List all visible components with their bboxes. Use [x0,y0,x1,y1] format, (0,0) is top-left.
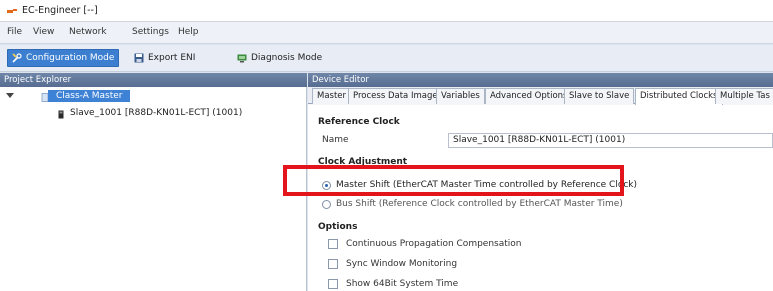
tab-master[interactable]: Master [312,88,352,104]
tab-process-data-image[interactable]: Process Data Image [348,88,443,104]
tree-item-slave[interactable]: Slave_1001 [R88D-KN01L-ECT] (1001) [0,106,307,122]
title-bar: EC-Engineer [--] [0,0,773,22]
tab-multiple-tasks[interactable]: Multiple Tas [715,88,773,104]
device-editor-header: Device Editor [308,73,773,87]
show-64bit-checkbox[interactable] [328,279,338,289]
window-title: EC-Engineer [--] [22,5,98,16]
toolbar: Configuration Mode Export ENI Diagnosis … [0,45,773,72]
save-disk-icon [134,53,144,63]
continuous-propagation-checkbox[interactable] [328,239,338,249]
sync-window-label: Sync Window Monitoring [346,259,458,269]
bus-shift-radio[interactable] [322,199,331,209]
diagnosis-mode-label: Diagnosis Mode [251,53,323,63]
diagnosis-monitor-icon [237,54,247,63]
tab-variables[interactable]: Variables [436,88,485,104]
menu-help[interactable]: Help [178,27,199,37]
export-eni-button[interactable]: Export ENI [130,49,199,67]
tab-distributed-clocks[interactable]: Distributed Clocks [635,88,723,105]
highlight-annotation-box [283,165,624,196]
tab-advanced-options[interactable]: Advanced Options [485,88,573,104]
configuration-mode-label: Configuration Mode [26,53,115,63]
master-label: Class-A Master [48,90,131,102]
reference-clock-name-field[interactable]: Slave_1001 [R88D-KN01L-ECT] (1001) [448,133,773,148]
show-64bit-option[interactable]: Show 64Bit System Time [328,279,458,289]
menu-bar: File View Network Settings Help [0,22,773,44]
sync-window-checkbox[interactable] [328,259,338,269]
diagnosis-mode-button[interactable]: Diagnosis Mode [233,49,326,67]
app-logo-icon [7,9,17,13]
project-explorer-panel: Class-A Master Slave_1001 [R88D-KN01L-EC… [0,87,307,291]
project-explorer-header: Project Explorer [0,73,307,87]
bus-shift-label: Bus Shift (Reference Clock controlled by… [336,199,623,209]
slave-label: Slave_1001 [R88D-KN01L-ECT] (1001) [70,108,243,118]
show-64bit-label: Show 64Bit System Time [346,279,459,289]
configuration-tools-icon [12,53,22,63]
export-eni-label: Export ENI [148,53,196,63]
tree-item-master[interactable]: Class-A Master [0,89,307,105]
reference-clock-heading: Reference Clock [318,117,400,127]
name-label: Name [322,135,349,145]
tab-slave-to-slave[interactable]: Slave to Slave [564,88,635,104]
collapse-arrow-icon[interactable] [6,93,14,98]
options-heading: Options [318,222,358,232]
bus-shift-option[interactable]: Bus Shift (Reference Clock controlled by… [322,199,623,209]
menu-network[interactable]: Network [69,27,107,37]
continuous-propagation-option[interactable]: Continuous Propagation Compensation [328,239,521,249]
editor-tabs: Master Process Data Image Variables Adva… [308,87,773,105]
continuous-propagation-label: Continuous Propagation Compensation [346,239,522,249]
configuration-mode-button[interactable]: Configuration Mode [7,49,120,67]
menu-settings[interactable]: Settings [132,27,169,37]
slave-device-icon [58,110,64,119]
menu-file[interactable]: File [7,27,22,37]
menu-view[interactable]: View [33,27,54,37]
sync-window-option[interactable]: Sync Window Monitoring [328,259,457,269]
distributed-clocks-content: Reference Clock Name Slave_1001 [R88D-KN… [308,105,773,291]
